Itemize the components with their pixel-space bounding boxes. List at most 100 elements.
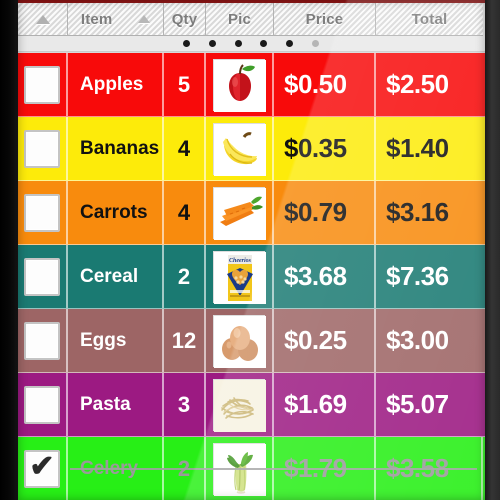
- checkbox-unchecked[interactable]: [24, 129, 60, 168]
- pagination-dot[interactable]: [260, 40, 268, 47]
- checkbox-cell[interactable]: [18, 53, 68, 116]
- price-cell[interactable]: $0.79: [274, 181, 376, 244]
- column-header-label: Total: [411, 10, 448, 28]
- total-cell[interactable]: $7.36: [376, 245, 483, 308]
- carrots-thumbnail: [213, 186, 266, 240]
- checkbox-cell[interactable]: [18, 117, 68, 180]
- column-header-label: Pic: [227, 10, 252, 28]
- checkbox-unchecked[interactable]: [24, 65, 60, 104]
- total-cell[interactable]: $3.16: [376, 181, 483, 244]
- price-value: $0.50: [284, 69, 347, 99]
- column-header-item[interactable]: Item: [68, 3, 164, 36]
- price-cell[interactable]: $0.50: [274, 53, 376, 116]
- qty-cell[interactable]: 12: [164, 309, 206, 372]
- pic-cell[interactable]: [206, 181, 274, 244]
- column-header-label: Item: [80, 10, 113, 28]
- price-cell[interactable]: $1.69: [274, 373, 376, 436]
- total-cell[interactable]: $5.07: [376, 373, 483, 436]
- total-value: $7.36: [386, 261, 449, 291]
- qty-cell[interactable]: 2: [164, 245, 206, 308]
- pagination-dot[interactable]: [208, 40, 216, 47]
- column-header-qty[interactable]: Qty: [164, 3, 206, 36]
- checkbox-unchecked[interactable]: [24, 257, 60, 296]
- price-cell[interactable]: $3.68: [274, 245, 376, 308]
- total-cell[interactable]: $1.40: [376, 117, 483, 180]
- pagination-dot[interactable]: [286, 40, 294, 47]
- price-value: $1.69: [284, 389, 347, 419]
- price-value: $3.68: [284, 261, 347, 291]
- checkbox-unchecked[interactable]: [24, 321, 60, 360]
- table-row[interactable]: Bananas 4 $0.35 $1.40: [18, 117, 485, 181]
- item-name: Celery: [80, 457, 139, 479]
- table-header: Item Qty Pic Price Total: [18, 3, 485, 36]
- checkbox-cell[interactable]: ✔: [18, 437, 68, 500]
- device-frame: Item Qty Pic Price Total Apples 5 $0.50 $2.50 B…: [0, 0, 500, 500]
- item-name: Pasta: [80, 393, 131, 415]
- qty-cell[interactable]: 4: [164, 117, 206, 180]
- qty-value: 12: [171, 327, 197, 353]
- column-header-pic[interactable]: Pic: [206, 3, 274, 36]
- item-cell[interactable]: Carrots: [68, 181, 164, 244]
- item-cell[interactable]: Celery: [68, 437, 164, 500]
- table-row[interactable]: Cereal 2 Cheerios $3.68 $7.36: [18, 245, 485, 309]
- qty-cell[interactable]: 4: [164, 181, 206, 244]
- pagination-dot[interactable]: [183, 40, 190, 47]
- price-cell[interactable]: $1.79: [274, 437, 376, 500]
- total-cell[interactable]: $3.00: [376, 309, 483, 372]
- pic-cell[interactable]: [206, 53, 274, 116]
- eggs-thumbnail: [213, 314, 266, 368]
- apple-thumbnail: [213, 58, 266, 112]
- item-cell[interactable]: Eggs: [68, 309, 164, 372]
- total-value: $3.00: [386, 325, 449, 355]
- pic-cell[interactable]: [206, 373, 274, 436]
- qty-value: 2: [177, 263, 191, 289]
- celery-thumbnail: [213, 442, 266, 496]
- qty-cell[interactable]: 2: [164, 437, 206, 500]
- pagination-dots[interactable]: [18, 36, 485, 52]
- checkmark-icon: ✔: [29, 449, 55, 483]
- total-value: $2.50: [386, 69, 449, 99]
- pic-cell[interactable]: [206, 437, 274, 500]
- table-row[interactable]: ✔ Celery 2 $1.79 $3.58: [18, 437, 485, 500]
- item-cell[interactable]: Bananas: [68, 117, 164, 180]
- pic-cell[interactable]: [206, 117, 274, 180]
- total-value: $3.58: [386, 453, 449, 483]
- qty-cell[interactable]: 3: [164, 373, 206, 436]
- device-bezel-left: [0, 0, 18, 500]
- pic-cell[interactable]: [206, 309, 274, 372]
- qty-value: 3: [177, 391, 191, 417]
- item-cell[interactable]: Cereal: [68, 245, 164, 308]
- price-cell[interactable]: $0.35: [274, 117, 376, 180]
- checkbox-cell[interactable]: [18, 373, 68, 436]
- table-row[interactable]: Pasta 3 $1.69 $5.07: [18, 373, 485, 437]
- qty-value: 5: [177, 71, 191, 97]
- checkbox-checked[interactable]: ✔: [24, 449, 60, 488]
- total-cell[interactable]: $2.50: [376, 53, 483, 116]
- item-name: Bananas: [80, 137, 160, 159]
- table-row[interactable]: Eggs 12 $0.25 $3.00: [18, 309, 485, 373]
- svg-text:Cheerios: Cheerios: [229, 258, 252, 264]
- sort-triangle-up-icon: [138, 15, 151, 23]
- price-cell[interactable]: $0.25: [274, 309, 376, 372]
- column-header-label: Qty: [171, 10, 198, 28]
- qty-value: 4: [177, 135, 191, 161]
- checkbox-unchecked[interactable]: [24, 193, 60, 232]
- checkbox-unchecked[interactable]: [24, 385, 60, 424]
- pic-cell[interactable]: Cheerios: [206, 245, 274, 308]
- checkbox-cell[interactable]: [18, 309, 68, 372]
- qty-value: 4: [177, 199, 191, 225]
- checkbox-cell[interactable]: [18, 181, 68, 244]
- table-row[interactable]: Carrots 4 $0.79 $3.16: [18, 181, 485, 245]
- total-value: $1.40: [386, 133, 449, 163]
- table-row[interactable]: Apples 5 $0.50 $2.50: [18, 53, 485, 117]
- qty-cell[interactable]: 5: [164, 53, 206, 116]
- column-header-price[interactable]: Price: [274, 3, 376, 36]
- pagination-dot[interactable]: [234, 40, 242, 47]
- item-cell[interactable]: Apples: [68, 53, 164, 116]
- column-header-total[interactable]: Total: [376, 3, 483, 36]
- checkbox-cell[interactable]: [18, 245, 68, 308]
- item-cell[interactable]: Pasta: [68, 373, 164, 436]
- pagination-dot[interactable]: [312, 40, 319, 47]
- column-header-sort-handle[interactable]: [18, 3, 68, 36]
- total-cell[interactable]: $3.58: [376, 437, 483, 500]
